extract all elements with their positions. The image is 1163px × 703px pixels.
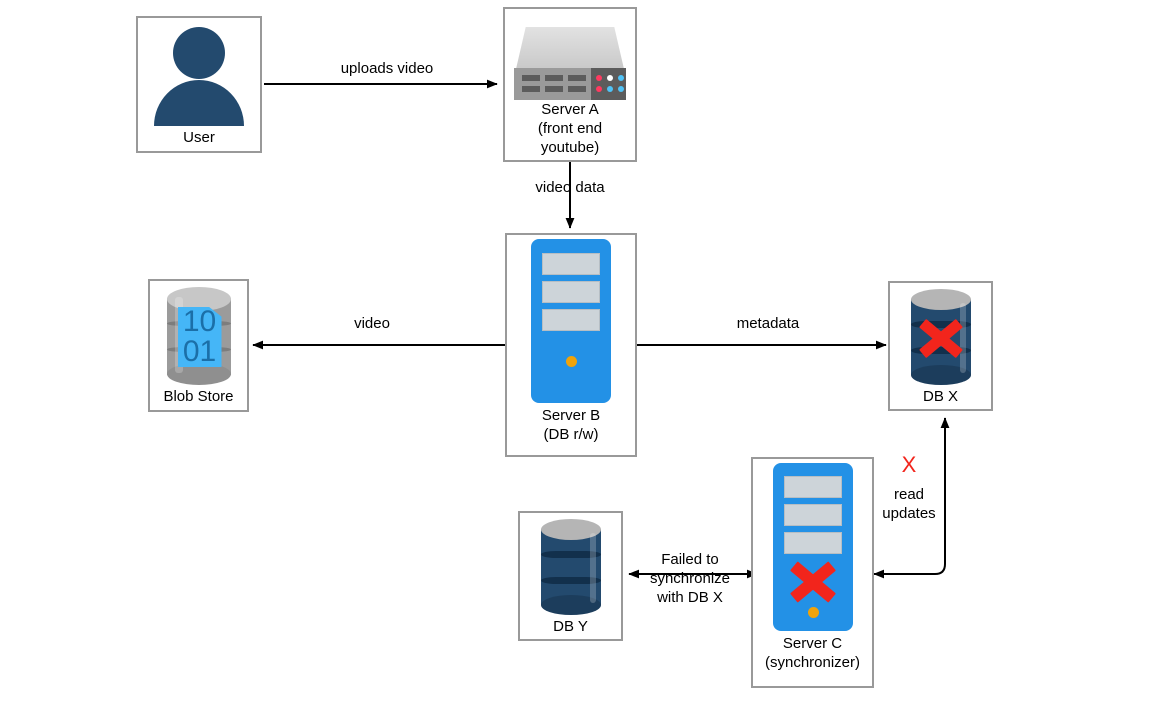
tower-server-c-bay-2 (783, 504, 842, 526)
node-blob-store-label: Blob Store (163, 388, 234, 405)
node-server-b-label-line2: (DB r/w) (543, 426, 599, 443)
tower-server-b-bay-1 (542, 253, 600, 275)
rack-server-led-3 (618, 75, 624, 81)
node-server-c-label-line2: (synchronizer) (764, 654, 861, 671)
rack-server-slot-3 (568, 75, 586, 81)
user-head-shape (173, 27, 225, 79)
edge-label-failed-sync: Failed to synchronize with DB X (630, 550, 750, 607)
tower-server-c-bay-3 (783, 532, 842, 554)
node-blob-store[interactable]: 10 01 Blob Store (148, 279, 249, 412)
node-db-y-label: DB Y (553, 618, 588, 635)
user-body-shape (154, 80, 244, 126)
tower-server-b-status-led (566, 356, 577, 367)
blob-document-icon: 10 01 (177, 305, 222, 368)
rack-server-led-4 (596, 86, 602, 92)
rack-server-lid (516, 27, 624, 69)
node-server-a-label-line2: (front end (537, 120, 603, 137)
node-server-a-label-line3: youtube) (540, 139, 600, 156)
edge-label-read-updates-line2: updates (882, 505, 936, 522)
rack-server-led-panel (591, 68, 626, 100)
rack-server-slot-6 (568, 86, 586, 92)
rack-server-led-6 (618, 86, 624, 92)
node-server-a-label-line1: Server A (541, 101, 599, 118)
node-server-c[interactable]: Server C (synchronizer) (751, 457, 874, 688)
rack-server-led-2 (607, 75, 613, 81)
database-icon-db-x (898, 287, 984, 387)
rack-server-led-5 (607, 86, 613, 92)
blob-document-digits-top: 10 (182, 305, 217, 338)
node-db-x[interactable]: DB X (888, 281, 993, 411)
database-icon-db-y (528, 517, 614, 617)
node-server-b[interactable]: Server B (DB r/w) (505, 233, 637, 457)
tower-server-b-bay-3 (542, 309, 600, 331)
db-x-failure-x-icon (918, 315, 963, 359)
edge-label-read-updates-line1: read (893, 486, 925, 503)
tower-server-icon-c (768, 463, 858, 634)
rack-server-slot-4 (522, 86, 540, 92)
db-y-cylinder-highlight (589, 533, 596, 603)
edge-label-failed-sync-line1: Failed to (661, 551, 719, 568)
node-db-y[interactable]: DB Y (518, 511, 623, 641)
read-updates-failure-x-icon: X (901, 452, 917, 477)
tower-server-c-bay-1 (783, 476, 842, 498)
blob-document-digits-bottom: 01 (182, 335, 217, 368)
rack-server-slot-5 (545, 86, 563, 92)
edge-label-video: video (354, 315, 390, 332)
edge-label-failed-sync-line3: with DB X (657, 589, 723, 606)
node-db-x-label: DB X (922, 388, 958, 405)
rack-server-led-1 (596, 75, 602, 81)
node-server-c-label-line1: Server C (782, 635, 843, 652)
rack-server-slot-2 (545, 75, 563, 81)
blob-store-icon: 10 01 (156, 285, 242, 387)
node-user-label: User (183, 129, 215, 146)
tower-server-c-status-led (807, 607, 819, 618)
node-user[interactable]: User (136, 16, 262, 153)
tower-server-b-bay-2 (542, 281, 600, 303)
edge-label-read-updates: read updates (865, 485, 953, 523)
rack-server-icon (511, 15, 629, 100)
edge-label-video-data: video data (535, 179, 605, 196)
user-avatar-icon (144, 22, 254, 128)
server-c-failure-x-icon (789, 557, 836, 603)
edge-label-failed-sync-line2: synchronize (649, 570, 731, 587)
edge-label-uploads-video: uploads video (340, 60, 434, 77)
diagram-canvas: uploads video video data video metadata … (0, 0, 1163, 703)
node-server-b-label-line1: Server B (541, 407, 601, 424)
rack-server-slot-1 (522, 75, 540, 81)
node-server-a[interactable]: Server A (front end youtube) (503, 7, 637, 162)
tower-server-icon-b (526, 239, 616, 406)
edge-label-metadata: metadata (736, 315, 800, 332)
